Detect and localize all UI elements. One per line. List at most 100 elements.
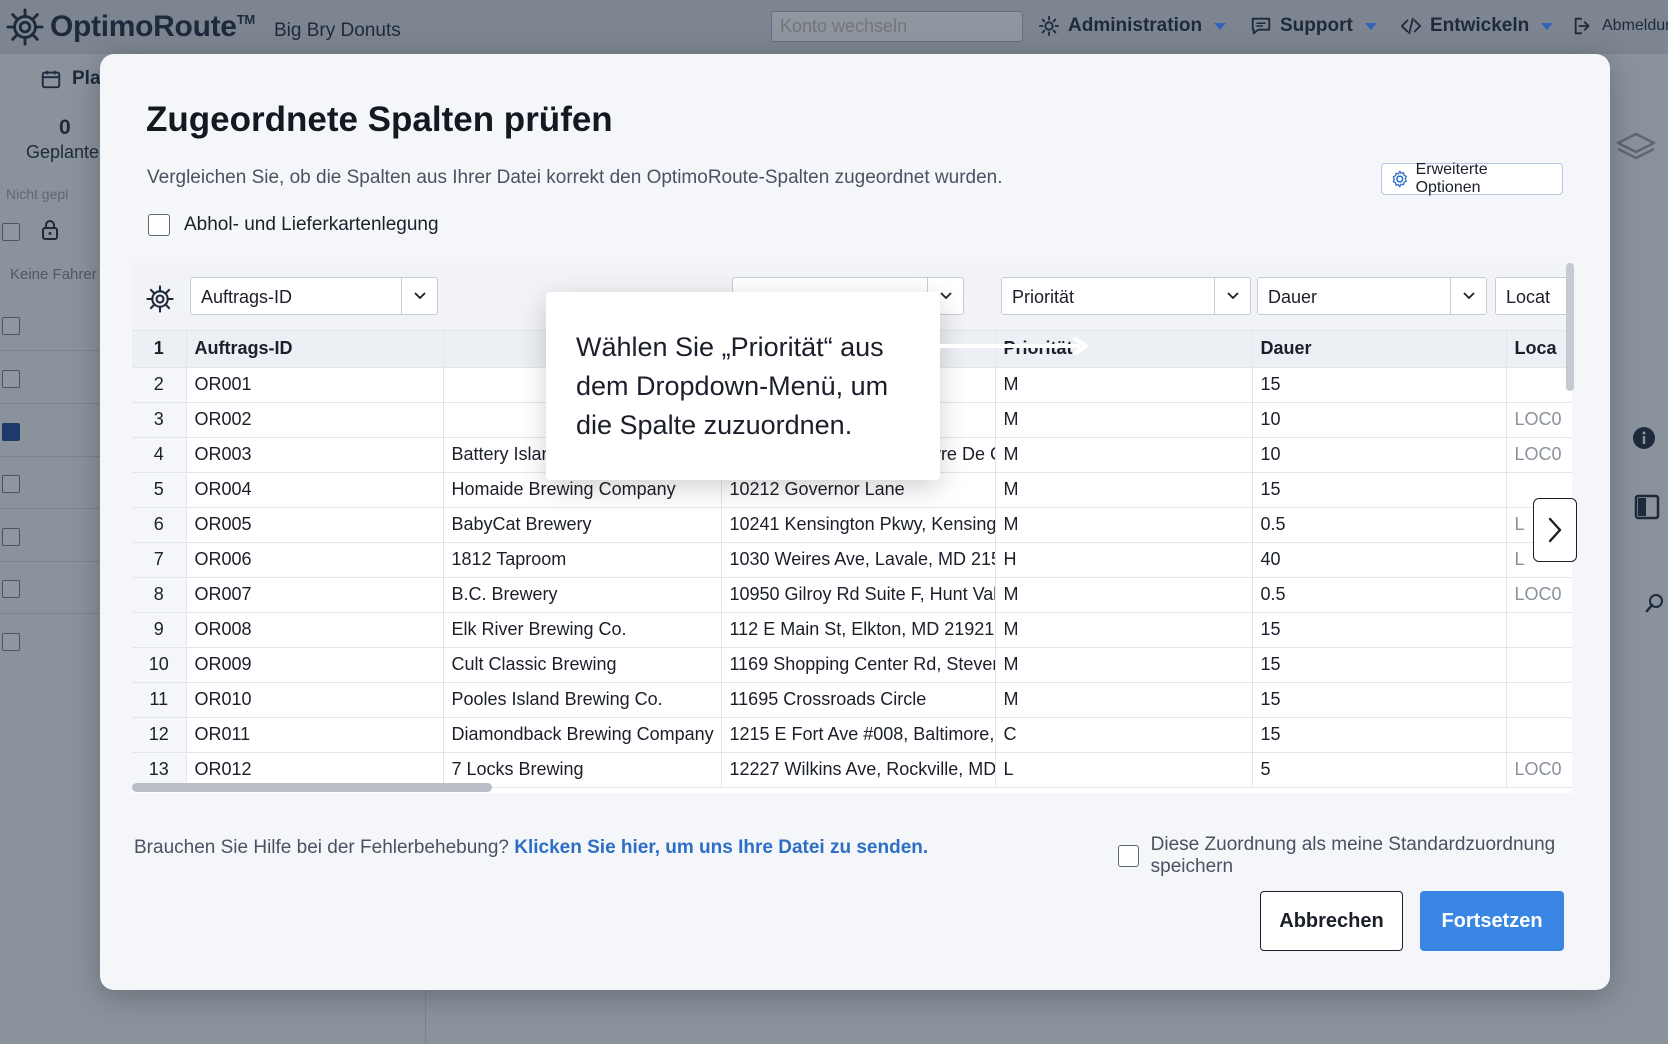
- nav-develop[interactable]: Entwickeln: [1400, 15, 1554, 37]
- cell-duration: 15: [1252, 682, 1507, 718]
- column-1-mapping-select[interactable]: Auftrags-ID: [190, 277, 438, 315]
- continue-button[interactable]: Fortsetzen: [1420, 891, 1564, 951]
- onboarding-tooltip: Wählen Sie „Priorität“ aus dem Dropdown-…: [546, 292, 940, 480]
- divider: [0, 508, 100, 509]
- cell-name: Elk River Brewing Co.: [443, 612, 722, 648]
- cell-address: 11695 Crossroads Circle: [721, 682, 996, 718]
- info-icon[interactable]: [1632, 426, 1656, 450]
- cell-duration: 15: [1252, 472, 1507, 508]
- code-icon: [1400, 17, 1422, 35]
- cell-order-id: OR012: [186, 752, 444, 788]
- cell-priority: M: [995, 437, 1253, 473]
- cell-order-id: OR002: [186, 402, 444, 438]
- pickup-delivery-checkbox[interactable]: [148, 214, 170, 236]
- logo-text: OptimoRoute: [50, 10, 237, 43]
- table-row: 7 OR006 1812 Taproom 1030 Weires Ave, Laval…: [132, 542, 1572, 578]
- cell-order-id: OR009: [186, 647, 444, 683]
- location-mapping-select[interactable]: Locat: [1495, 277, 1572, 315]
- gear-icon: [1392, 170, 1407, 188]
- nav-administration-label: Administration: [1068, 15, 1203, 36]
- save-default-checkbox[interactable]: [1118, 845, 1139, 867]
- table-row: 9 OR008 Elk River Brewing Co. 112 E Main St…: [132, 612, 1572, 648]
- driver-checkbox[interactable]: [2, 317, 20, 335]
- help-text: Brauchen Sie Hilfe bei der Fehlerbehebun…: [134, 837, 928, 859]
- driver-checkbox[interactable]: [2, 633, 20, 651]
- horizontal-scroll-thumb[interactable]: [132, 783, 492, 792]
- cell-order-id: OR005: [186, 507, 444, 543]
- map-panel-edge: [1610, 70, 1668, 1044]
- cell-duration: 15: [1252, 612, 1507, 648]
- row-number: 6: [132, 507, 187, 543]
- plan-tab[interactable]: Pla: [40, 68, 101, 90]
- cell-priority: L: [995, 752, 1253, 788]
- layers-icon[interactable]: [1614, 128, 1658, 168]
- header-cell-duration: Dauer: [1252, 331, 1507, 368]
- driver-checkbox[interactable]: [2, 475, 20, 493]
- cell-priority: M: [995, 367, 1253, 403]
- scroll-right-button[interactable]: [1533, 498, 1577, 562]
- row-number: 13: [132, 752, 187, 788]
- cancel-button[interactable]: Abbrechen: [1260, 891, 1403, 951]
- nav-develop-label: Entwickeln: [1430, 15, 1530, 36]
- divider: [0, 613, 100, 614]
- optimoroute-logo[interactable]: OptimoRouteTM: [6, 8, 255, 46]
- driver-checkbox-checked[interactable]: [2, 423, 20, 441]
- row-number: 5: [132, 472, 187, 508]
- row-number: 9: [132, 612, 187, 648]
- row-number: 10: [132, 647, 187, 683]
- cell-location: [1506, 367, 1572, 403]
- no-drivers-label: Keine Fahrer: [10, 266, 97, 283]
- column-1-mapping-value: Auftrags-ID: [201, 287, 293, 307]
- pickup-delivery-option[interactable]: Abhol- und Lieferkartenlegung: [148, 214, 439, 236]
- vertical-scroll-thumb[interactable]: [1566, 263, 1574, 391]
- table-row: 13 OR012 7 Locks Brewing 12227 Wilkins Ave,…: [132, 752, 1572, 788]
- account-switch-input[interactable]: [771, 11, 1023, 42]
- cell-address: 10241 Kensington Pkwy, Kensing: [721, 507, 996, 543]
- cell-priority: M: [995, 682, 1253, 718]
- nav-administration[interactable]: Administration: [1038, 15, 1227, 37]
- cell-duration: 5: [1252, 752, 1507, 788]
- duration-mapping-select[interactable]: Dauer: [1257, 277, 1487, 315]
- table-row: 10 OR009 Cult Classic Brewing 1169 Shopping…: [132, 647, 1572, 683]
- priority-mapping-value: Priorität: [1012, 287, 1075, 307]
- location-mapping-value: Locat: [1506, 287, 1551, 307]
- cell-location: LOC0: [1506, 402, 1572, 438]
- cell-duration: 15: [1252, 367, 1507, 403]
- row-number: 8: [132, 577, 187, 613]
- cell-duration: 0.5: [1252, 507, 1507, 543]
- send-file-link[interactable]: Klicken Sie hier, um uns Ihre Datei zu s…: [514, 837, 928, 858]
- driver-checkbox[interactable]: [2, 370, 20, 388]
- cell-priority: M: [995, 507, 1253, 543]
- dialog-title: Zugeordnete Spalten prüfen: [146, 100, 613, 139]
- chevron-down-icon: [401, 278, 437, 314]
- cell-name: Pooles Island Brewing Co.: [443, 682, 722, 718]
- cell-order-id: OR008: [186, 612, 444, 648]
- cell-order-id: OR003: [186, 437, 444, 473]
- company-name: Big Bry Donuts: [274, 20, 401, 41]
- gear-icon: [1038, 15, 1060, 37]
- advanced-options-button[interactable]: Erweiterte Optionen: [1381, 161, 1563, 196]
- nav-support[interactable]: Support: [1250, 15, 1377, 37]
- priority-mapping-select[interactable]: Priorität: [1001, 277, 1251, 315]
- cell-name: Diamondback Brewing Company: [443, 717, 722, 753]
- search-icon[interactable]: [1644, 592, 1666, 614]
- panel-toggle-icon[interactable]: [1634, 494, 1660, 520]
- table-row: 8 OR007 B.C. Brewery 10950 Gilroy Rd Suite …: [132, 577, 1572, 613]
- cell-priority: H: [995, 542, 1253, 578]
- save-default-option[interactable]: Diese Zuordnung als meine Standardzuordn…: [1118, 834, 1610, 878]
- row-number: 4: [132, 437, 187, 473]
- horizontal-scrollbar[interactable]: [132, 783, 1572, 793]
- cell-location: LOC0: [1506, 752, 1572, 788]
- planned-label: Geplante: [26, 142, 100, 162]
- caret-down-icon: [1364, 22, 1377, 30]
- lock-icon[interactable]: [40, 219, 60, 241]
- driver-checkbox[interactable]: [2, 528, 20, 546]
- cell-duration: 15: [1252, 717, 1507, 753]
- select-all-checkbox[interactable]: [2, 223, 20, 241]
- cell-order-id: OR007: [186, 577, 444, 613]
- cell-location: [1506, 717, 1572, 753]
- driver-checkbox[interactable]: [2, 580, 20, 598]
- nav-logout[interactable]: Abmeldung: [1572, 15, 1668, 37]
- row-number: 12: [132, 717, 187, 753]
- cell-location: LOC0: [1506, 437, 1572, 473]
